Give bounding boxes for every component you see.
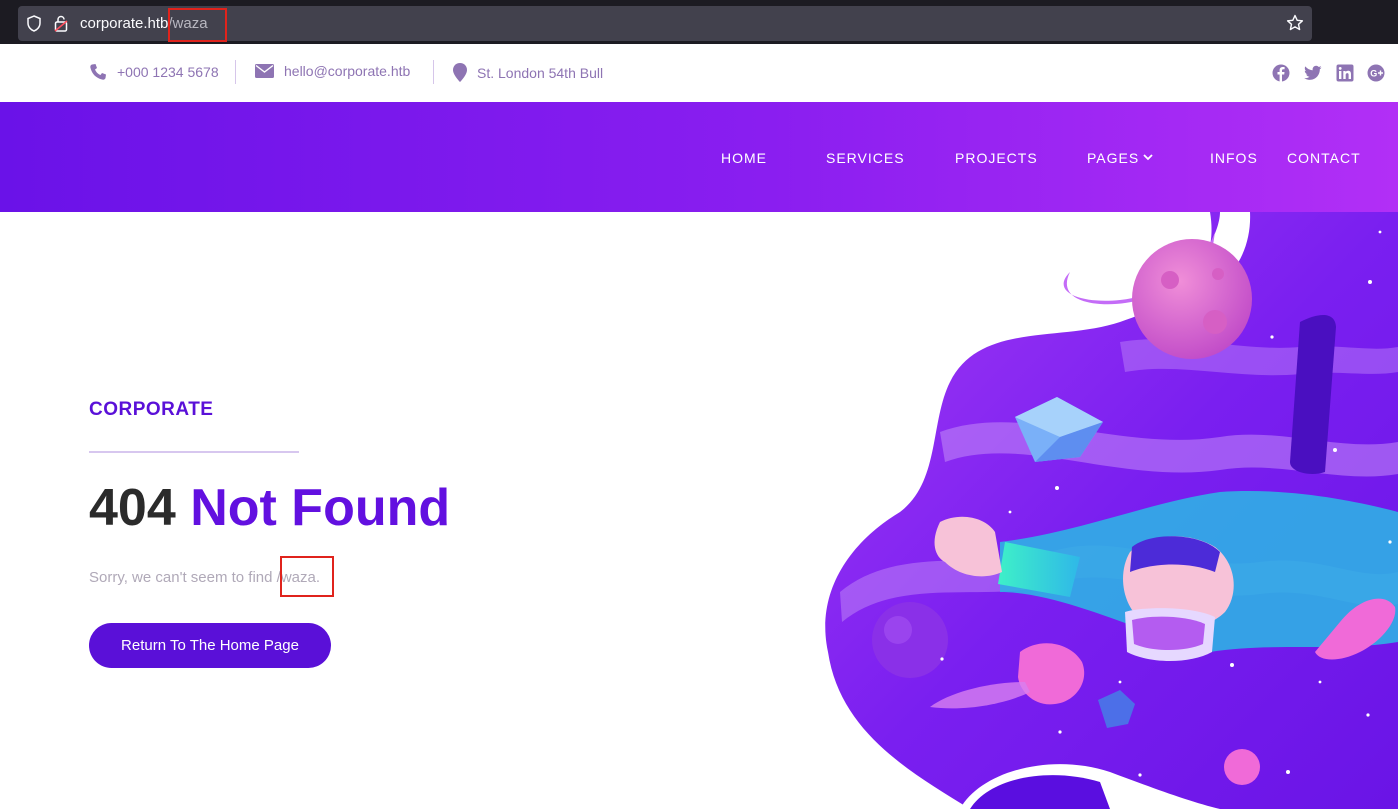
- contact-bar: +000 1234 5678 hello@corporate.htb St. L…: [0, 44, 1398, 102]
- phone-icon: [90, 64, 106, 80]
- email-address: hello@corporate.htb: [284, 63, 411, 79]
- twitter-icon[interactable]: [1304, 64, 1322, 82]
- divider: [235, 60, 236, 84]
- nav-pages[interactable]: PAGES: [1087, 150, 1153, 166]
- facebook-icon[interactable]: [1272, 64, 1290, 82]
- google-plus-icon[interactable]: G: [1367, 64, 1385, 82]
- nav-pages-label: PAGES: [1087, 150, 1140, 166]
- url-host: corporate.htb: [80, 15, 169, 32]
- space-vr-illustration: [825, 212, 1398, 809]
- error-code: 404: [89, 479, 176, 537]
- page-title: 404 Not Found: [89, 478, 450, 538]
- nav-infos[interactable]: INFOS: [1210, 150, 1258, 166]
- error-message-prefix: Sorry, we can't seem to find: [89, 569, 277, 586]
- email-contact[interactable]: hello@corporate.htb: [255, 63, 410, 79]
- nav-services[interactable]: SERVICES: [826, 150, 905, 166]
- svg-text:G: G: [1370, 69, 1377, 79]
- url-highlight-box: [168, 8, 227, 42]
- nav-projects[interactable]: PROJECTS: [955, 150, 1038, 166]
- envelope-icon: [255, 64, 274, 78]
- map-pin-icon: [453, 63, 467, 82]
- brand-label: CORPORATE: [89, 399, 214, 420]
- divider: [433, 60, 434, 84]
- browser-toolbar: corporate.htb/waza: [0, 0, 1398, 44]
- lock-insecure-icon[interactable]: [54, 15, 68, 32]
- message-highlight-box: [280, 556, 334, 597]
- phone-contact[interactable]: +000 1234 5678: [89, 63, 219, 81]
- brand-underline: [89, 451, 299, 453]
- phone-number: +000 1234 5678: [117, 64, 219, 80]
- bookmark-star-icon[interactable]: [1286, 14, 1304, 32]
- nav-home[interactable]: HOME: [721, 150, 767, 166]
- nav-contact[interactable]: CONTACT: [1287, 150, 1361, 166]
- return-home-button[interactable]: Return To The Home Page: [89, 623, 331, 668]
- chevron-down-icon: [1143, 154, 1153, 161]
- error-text: Not Found: [190, 479, 451, 537]
- main-navigation: HOME SERVICES PROJECTS PAGES INFOS CONTA…: [0, 102, 1398, 212]
- address-contact[interactable]: St. London 54th Bull: [453, 63, 603, 82]
- linkedin-icon[interactable]: [1336, 64, 1354, 82]
- shield-icon[interactable]: [26, 15, 42, 32]
- street-address: St. London 54th Bull: [477, 64, 604, 81]
